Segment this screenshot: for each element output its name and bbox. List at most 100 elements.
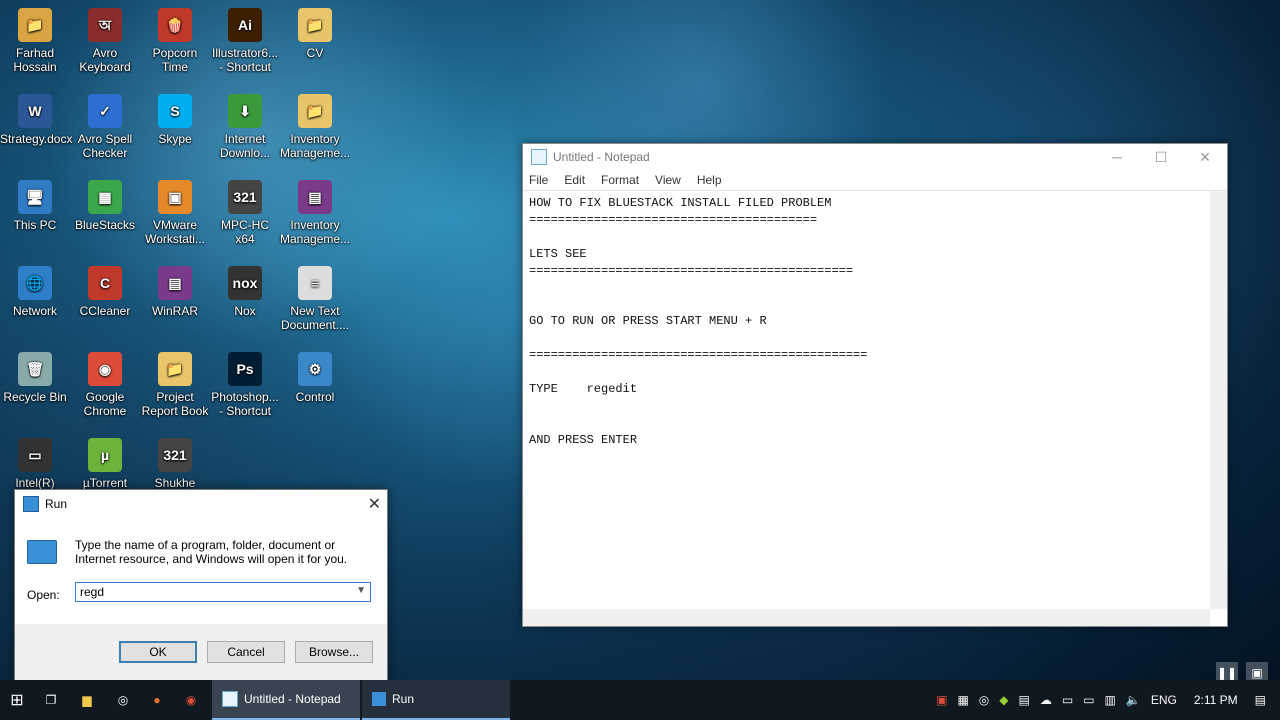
desktop-icon-image: S	[158, 94, 192, 128]
run-titlebar[interactable]: Run ✕	[15, 490, 387, 518]
desktop-icon[interactable]: ✓ Avro Spell Checker	[70, 94, 140, 160]
app-tray-icon[interactable]: ▣	[936, 693, 947, 707]
desktop-icon[interactable]: C CCleaner	[70, 266, 140, 318]
desktop-icon-image: 📁	[18, 8, 52, 42]
tray-icon[interactable]: ◎	[979, 693, 989, 707]
windows-icon: ⊞	[10, 692, 24, 709]
menu-format[interactable]: Format	[601, 173, 639, 187]
menu-edit[interactable]: Edit	[564, 173, 585, 187]
desktop-icon[interactable]: Ps Photoshop... - Shortcut	[210, 352, 280, 418]
action-center-icon[interactable]: ▤	[1255, 693, 1266, 707]
desktop-icon[interactable]: ⚙ Control	[280, 352, 350, 404]
desktop-icon[interactable]: ▤ Inventory Manageme...	[280, 180, 350, 246]
desktop-icon[interactable]: 🗑 Recycle Bin	[0, 352, 70, 404]
menu-file[interactable]: File	[529, 173, 548, 187]
vertical-scrollbar[interactable]	[1210, 191, 1227, 609]
start-button[interactable]: ⊞	[0, 680, 34, 720]
desktop-icon-label: Inventory Manageme...	[280, 218, 351, 246]
desktop-icon-label: Strategy.docx	[0, 132, 73, 146]
desktop-icon[interactable]: ≡ New Text Document....	[280, 266, 350, 332]
chrome-button[interactable]: ◉	[176, 680, 206, 720]
pinned-app-button[interactable]: ◎	[108, 680, 138, 720]
desktop-icon-label: Avro Spell Checker	[77, 132, 133, 160]
desktop-icon[interactable]: 🍿 Popcorn Time	[140, 8, 210, 74]
app-icon: ◎	[117, 693, 129, 707]
run-close-icon[interactable]: ✕	[368, 494, 381, 514]
desktop-icon[interactable]: S Skype	[140, 94, 210, 146]
tray-icon[interactable]: ▤	[1019, 693, 1030, 707]
browse-button[interactable]: Browse...	[295, 641, 373, 663]
network-icon[interactable]: ▥	[1105, 693, 1116, 707]
ok-button[interactable]: OK	[119, 641, 197, 663]
desktop-icon[interactable]: µ µTorrent	[70, 438, 140, 490]
desktop-icon-label: Photoshop... - Shortcut	[211, 390, 279, 418]
desktop-icon-label: MPC-HC x64	[221, 218, 269, 246]
volume-icon[interactable]: 🔈	[1126, 693, 1141, 707]
run-dialog[interactable]: Run ✕ Type the name of a program, folder…	[14, 489, 388, 683]
desktop-icon[interactable]: 📁 Farhad Hossain	[0, 8, 70, 74]
desktop-icon[interactable]: nox Nox	[210, 266, 280, 318]
clock[interactable]: 2:11 PM	[1194, 693, 1238, 707]
task-view-button[interactable]: ❐	[36, 680, 66, 720]
desktop-icon-image: 📁	[158, 352, 192, 386]
desktop-icon-image: ◉	[88, 352, 122, 386]
menu-view[interactable]: View	[655, 173, 681, 187]
desktop-icon[interactable]: Ai Illustrator6... - Shortcut	[210, 8, 280, 74]
tray-icon[interactable]: ▭	[1062, 693, 1073, 707]
taskbar-run-label: Run	[392, 692, 415, 706]
file-explorer-button[interactable]: ▆	[72, 680, 102, 720]
desktop-icon[interactable]: ⬇ Internet Downlo...	[210, 94, 280, 160]
notepad-editor[interactable]: HOW TO FIX BLUESTACK INSTALL FILED PROBL…	[523, 190, 1227, 626]
taskbar-item-notepad[interactable]: Untitled - Notepad	[212, 680, 360, 720]
open-input-value: regd	[80, 585, 105, 599]
maximize-button[interactable]: ☐	[1139, 144, 1183, 170]
cancel-button[interactable]: Cancel	[207, 641, 285, 663]
horizontal-scrollbar[interactable]	[523, 609, 1210, 626]
battery-icon[interactable]: ▭	[1083, 693, 1094, 707]
close-button[interactable]: ✕	[1183, 144, 1227, 170]
open-input[interactable]: regd ▼	[75, 582, 371, 602]
desktop-icon-image: 🖥	[18, 180, 52, 214]
desktop-icon-image: µ	[88, 438, 122, 472]
tray-icon[interactable]: ◆	[999, 693, 1008, 707]
firefox-button[interactable]: ●	[142, 680, 172, 720]
tray-icon[interactable]: ▦	[957, 693, 968, 707]
desktop-icon[interactable]: 321 MPC-HC x64	[210, 180, 280, 246]
desktop-icon-label: WinRAR	[151, 304, 198, 318]
desktop-icon[interactable]: W Strategy.docx	[0, 94, 73, 146]
desktop-icon[interactable]: ◉ Google Chrome	[70, 352, 140, 418]
desktop-icon[interactable]: 📁 Project Report Book	[140, 352, 210, 418]
notepad-window[interactable]: Untitled - Notepad ─ ☐ ✕ File Edit Forma…	[522, 143, 1228, 627]
desktop-icon[interactable]: 📁 CV	[280, 8, 350, 60]
run-icon	[372, 692, 386, 706]
desktop-icon[interactable]: অ Avro Keyboard	[70, 8, 140, 74]
desktop-icon[interactable]: 📁 Inventory Manageme...	[280, 94, 350, 160]
tray-icon[interactable]: ☁	[1040, 693, 1052, 707]
notepad-text[interactable]: HOW TO FIX BLUESTACK INSTALL FILED PROBL…	[523, 191, 1227, 453]
desktop-icon-label: Control	[295, 390, 335, 404]
taskbar-item-run[interactable]: Run	[362, 680, 510, 720]
taskbar-notepad-label: Untitled - Notepad	[244, 692, 341, 706]
desktop-icon[interactable]: 🌐 Network	[0, 266, 70, 318]
desktop-icon-label: Recycle Bin	[3, 390, 67, 404]
firefox-icon: ●	[153, 693, 161, 707]
chevron-down-icon[interactable]: ▼	[356, 585, 366, 596]
language-indicator[interactable]: ENG	[1151, 693, 1177, 707]
minimize-button[interactable]: ─	[1095, 144, 1139, 170]
desktop-icon[interactable]: ▭ Intel(R)	[0, 438, 70, 490]
desktop-icon[interactable]: ▦ BlueStacks	[70, 180, 140, 232]
desktop-icon-image: 📁	[298, 8, 332, 42]
desktop-icon-image: Ai	[228, 8, 262, 42]
desktop-icon[interactable]: 321 Shukhe	[140, 438, 210, 490]
desktop-icon-label: µTorrent	[82, 476, 128, 490]
open-label: Open:	[27, 588, 60, 602]
chrome-icon: ◉	[185, 693, 197, 707]
menu-help[interactable]: Help	[697, 173, 722, 187]
desktop-icon[interactable]: 🖥 This PC	[0, 180, 70, 232]
desktop-icon-image: Ps	[228, 352, 262, 386]
desktop-icon-label: Google Chrome	[83, 390, 127, 418]
desktop-icon[interactable]: ▤ WinRAR	[140, 266, 210, 318]
desktop-icon-label: Skype	[158, 132, 192, 146]
desktop-icon-label: Farhad Hossain	[13, 46, 57, 74]
desktop-icon[interactable]: ▣ VMware Workstati...	[140, 180, 210, 246]
